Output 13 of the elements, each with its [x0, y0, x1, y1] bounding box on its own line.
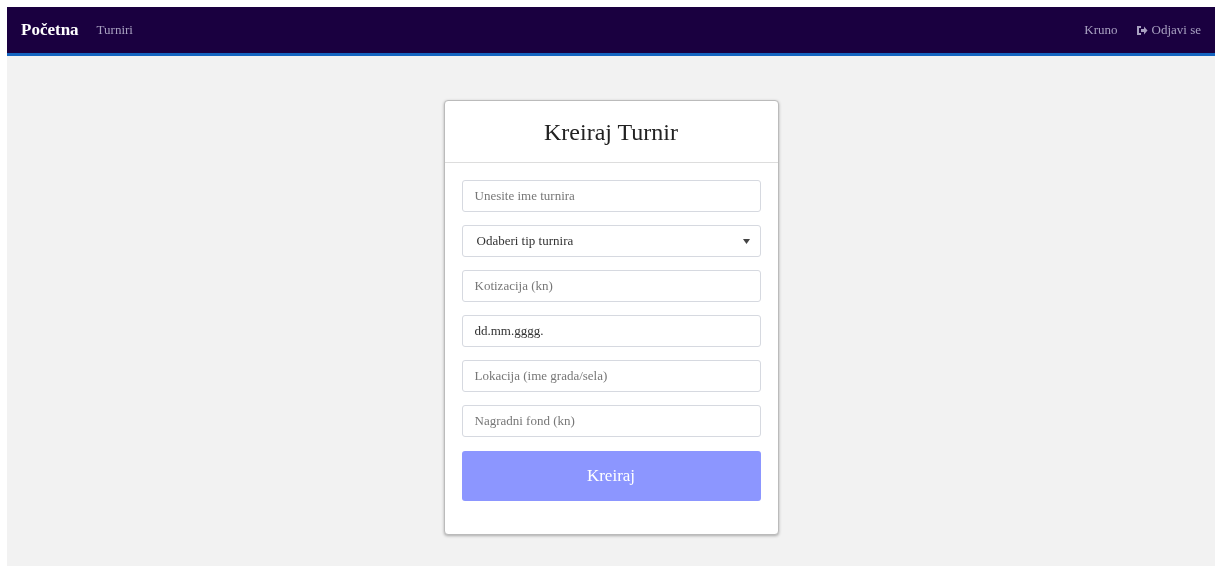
brand-link[interactable]: Početna: [21, 20, 79, 40]
user-link[interactable]: Kruno: [1084, 22, 1118, 38]
input-field[interactable]: Unesite ime turnira: [461, 180, 761, 212]
input-field[interactable]: Lokacija (ime grada/sela): [461, 360, 761, 392]
form-title: Kreiraj Turnir: [444, 101, 778, 163]
logout-icon: [1135, 24, 1148, 36]
logout-link[interactable]: Odjavi se: [1135, 22, 1201, 38]
input-field[interactable]: Nagradni fond (kn): [461, 405, 761, 437]
type-select[interactable]: Odaberi tip turnira: [461, 225, 761, 257]
caret-icon: [742, 238, 750, 244]
nav-link[interactable]: Turniri: [96, 22, 133, 38]
input-field[interactable]: Kotizacija (kn): [461, 270, 761, 302]
date-field[interactable]: dd.mm.gggg.: [461, 315, 761, 347]
